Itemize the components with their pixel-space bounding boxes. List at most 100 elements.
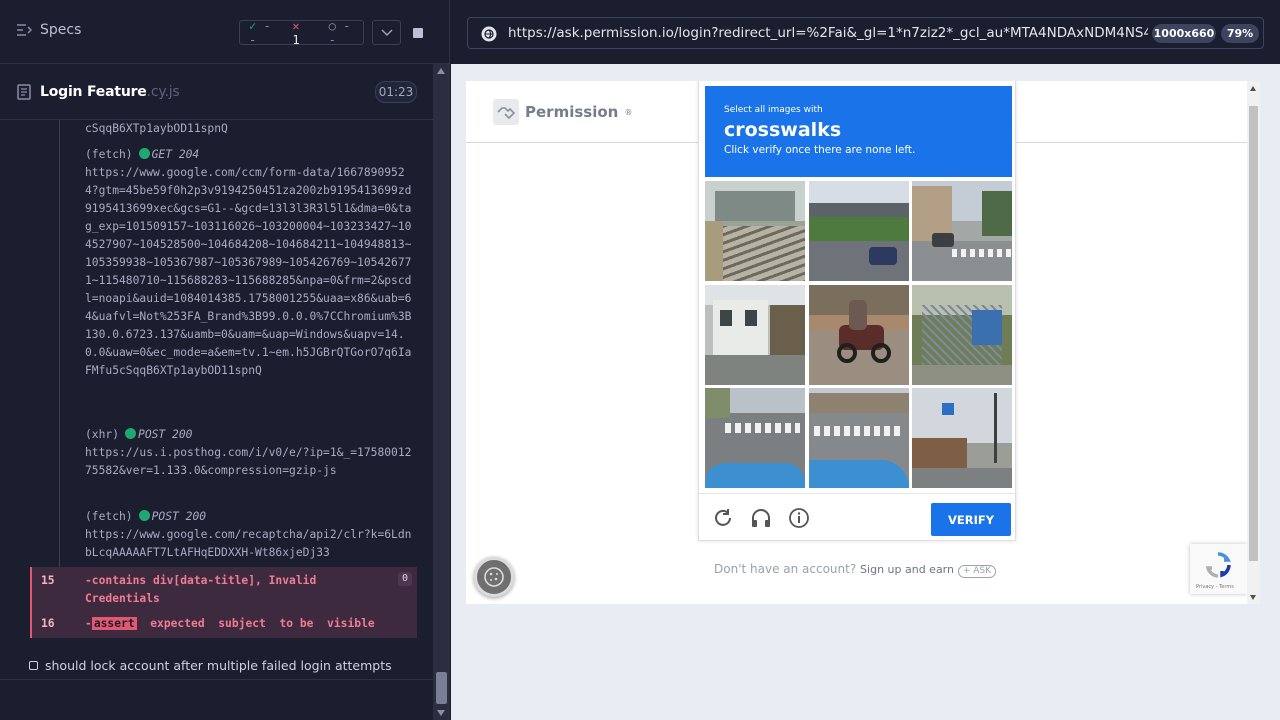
log-type: (xhr): [85, 428, 120, 441]
chevron-down-icon: [380, 28, 393, 36]
scroll-thumb[interactable]: [1249, 106, 1258, 561]
captcha-target: crosswalks: [724, 119, 842, 141]
scroll-up-icon[interactable]: [1250, 86, 1256, 91]
log-type: (fetch): [85, 148, 133, 161]
specs-button[interactable]: Specs: [16, 22, 81, 38]
log-url: https://www.google.com/ccm/form-data/166…: [85, 166, 412, 377]
passed-icon: ✓: [249, 18, 257, 33]
captcha-tile-street-crosswalk[interactable]: [912, 181, 1012, 281]
test-stats: ✓ -- ✕ 1 ○ --: [239, 18, 364, 47]
url-bar[interactable]: https://ask.permission.io/login?redirect…: [467, 17, 1264, 49]
assert-message: expected subject to be visible: [136, 617, 375, 630]
viewport-size-badge[interactable]: 1000x660: [1152, 24, 1216, 43]
test-item[interactable]: should lock account after multiple faile…: [29, 658, 392, 673]
globe-icon: [481, 26, 497, 42]
spec-duration: 01:23: [375, 81, 417, 103]
captcha-tile-houses[interactable]: [705, 284, 805, 385]
signup-link[interactable]: Sign up and earn: [860, 563, 954, 576]
scroll-down-icon[interactable]: [437, 710, 445, 716]
captcha-challenge: Select all images with crosswalks Click …: [698, 81, 1017, 541]
specs-label: Specs: [40, 22, 82, 38]
recaptcha-legal[interactable]: Privacy - Terms: [1196, 584, 1234, 590]
log-status: 200: [185, 510, 207, 523]
file-icon: [17, 84, 31, 100]
viewport-scrollbar[interactable]: [1247, 81, 1260, 604]
log-status: 204: [178, 148, 200, 161]
recaptcha-badge[interactable]: Privacy - Terms: [1190, 544, 1247, 594]
brand-name: Permission: [525, 103, 619, 121]
headphones-icon[interactable]: [750, 507, 772, 529]
test-reporter: Specs ✓ -- ✕ 1 ○ -- Login Feature.cy.js …: [0, 0, 450, 720]
log-entry[interactable]: (xhr) POST 200 https://us.i.posthog.com/i…: [85, 426, 415, 480]
log-status: 200: [172, 428, 193, 441]
zoom-badge: 79%: [1221, 24, 1259, 43]
captcha-tile-grid: [705, 181, 1012, 488]
captcha-tile-stairs[interactable]: [705, 181, 805, 281]
reporter-header: Specs ✓ -- ✕ 1 ○ --: [0, 0, 449, 64]
brand-logo[interactable]: Permission ®: [493, 99, 632, 125]
info-icon[interactable]: [788, 507, 810, 529]
reload-icon[interactable]: [712, 507, 734, 529]
registered-mark: ®: [624, 107, 633, 117]
scroll-thumb[interactable]: [436, 672, 447, 704]
stop-icon: [413, 27, 423, 38]
pending-test-icon: [29, 661, 38, 670]
signup-question: Don't have an account?: [714, 562, 857, 576]
log-entry[interactable]: (fetch) GET 204 https://www.google.com/cc…: [85, 146, 415, 380]
log-type: (fetch): [85, 510, 133, 523]
cookie-settings-button[interactable]: [474, 557, 514, 597]
captcha-tile-motorcycle[interactable]: [808, 284, 909, 385]
failed-count: 1: [292, 32, 300, 47]
failed-icon: ✕: [292, 18, 300, 33]
recaptcha-logo-icon: [1205, 552, 1231, 578]
captcha-tile-bridge-road[interactable]: [808, 181, 909, 281]
reporter-scrollbar[interactable]: [433, 64, 450, 720]
handshake-icon: [493, 99, 519, 125]
error-assert-row[interactable]: 16 - assert expected subject to be visibl…: [30, 612, 417, 638]
log-method: POST: [151, 510, 179, 523]
test-title: should lock account after multiple faile…: [45, 658, 392, 673]
line-number: 16: [41, 617, 55, 630]
log-entry[interactable]: (fetch) POST 200 https://www.google.com/r…: [85, 508, 415, 562]
log-method: POST: [138, 428, 166, 441]
aut-viewport: Permission ® Don't have an account? Sign …: [466, 81, 1260, 604]
spec-header: Login Feature.cy.js 01:23: [0, 64, 433, 120]
command-log: cSqqB6XTp1aybOD11spnQ (fetch) GET 204 htt…: [0, 120, 433, 640]
log-gutter: [30, 120, 60, 580]
log-url: https://us.i.posthog.com/i/v0/e/?ip=1&_=…: [85, 446, 412, 477]
ask-badge: + ASK: [957, 565, 997, 578]
captcha-footer: VERIFY: [699, 493, 1017, 541]
pending-icon: ○: [328, 18, 336, 33]
cookie-icon: [484, 567, 504, 587]
status-dot-icon: [138, 510, 150, 521]
captcha-header: Select all images with crosswalks Click …: [705, 86, 1012, 177]
spec-title: Login Feature.cy.js: [40, 84, 180, 100]
signup-prompt: Don't have an account? Sign up and earn …: [714, 562, 997, 578]
log-method: GET: [151, 148, 173, 161]
assert-text: - assert expected subject to be visible: [85, 617, 375, 630]
captcha-tile-crosswalk-road[interactable]: [705, 388, 805, 488]
log-entry[interactable]: cSqqB6XTp1aybOD11spnQ: [85, 120, 415, 138]
captcha-hint: Click verify once there are none left.: [724, 144, 916, 156]
captcha-tile-fence-hill[interactable]: [912, 284, 1012, 385]
app-under-test-panel: https://ask.permission.io/login?redirect…: [451, 0, 1280, 720]
expand-button[interactable]: [372, 20, 401, 45]
log-url: cSqqB6XTp1aybOD11spnQ: [85, 122, 228, 135]
divider: [0, 679, 433, 680]
command-count: 0: [398, 572, 412, 586]
stop-button[interactable]: [403, 20, 433, 45]
command-text: -contains div[data-title], Invalid Crede…: [85, 574, 317, 605]
verify-button[interactable]: VERIFY: [931, 503, 1011, 536]
spec-name: Login Feature: [40, 84, 147, 100]
scroll-down-icon[interactable]: [1250, 595, 1256, 600]
captcha-tile-street-sign[interactable]: [912, 388, 1012, 488]
line-number: 15: [41, 574, 55, 587]
assert-chip: assert: [91, 617, 137, 630]
specs-list-icon: [17, 24, 32, 36]
error-command-row[interactable]: 15 -contains div[data-title], Invalid Cr…: [30, 567, 417, 612]
captcha-tile-crosswalk-junction[interactable]: [808, 388, 909, 488]
status-dot-icon: [125, 428, 137, 439]
scroll-up-icon[interactable]: [437, 68, 445, 74]
captcha-instruction: Select all images with: [724, 105, 823, 115]
status-dot-icon: [138, 148, 150, 159]
